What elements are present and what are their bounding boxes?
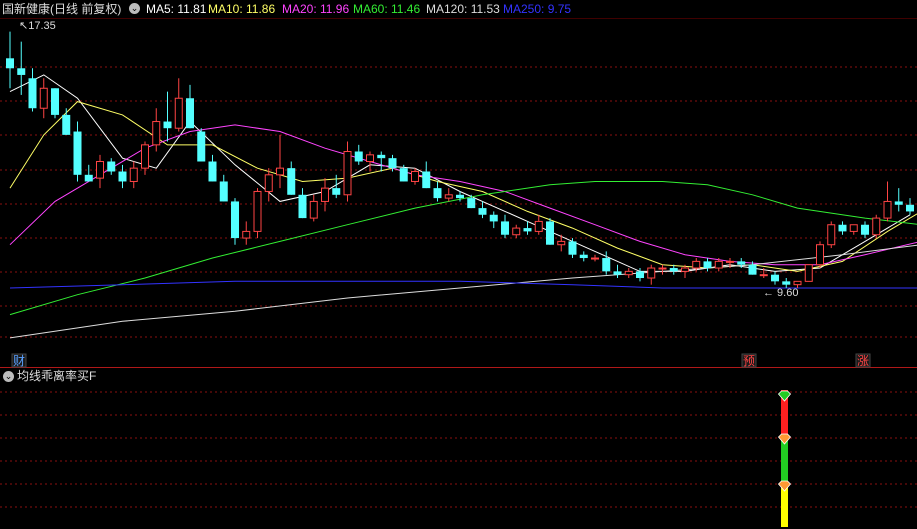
candle-body-up[interactable]	[793, 280, 802, 286]
candle-body-up[interactable]	[129, 167, 138, 182]
candle-body-down[interactable]	[197, 131, 206, 162]
candle-body-up[interactable]	[174, 97, 183, 129]
candle-body-down[interactable]	[62, 114, 71, 135]
candle-body-up[interactable]	[534, 220, 543, 232]
candle-body-down[interactable]	[501, 221, 509, 235]
candle-body-up[interactable]	[849, 224, 858, 232]
candle-body-down[interactable]	[478, 208, 487, 215]
collapse-chevron-icon[interactable]: ⌄	[3, 371, 14, 382]
signal-diamond-icon	[777, 390, 792, 402]
candle-body-down[interactable]	[579, 254, 588, 259]
candle-body-up[interactable]	[804, 264, 813, 282]
event-marker-label: 预	[743, 354, 755, 368]
candle-body-down[interactable]	[399, 168, 408, 182]
signal-bar-yellow	[781, 486, 788, 527]
candle-body-down[interactable]	[456, 194, 464, 199]
candle-body-down[interactable]	[231, 201, 239, 239]
candle-body-up[interactable]	[343, 151, 352, 196]
candle-body-down[interactable]	[377, 154, 386, 159]
candle-body-up[interactable]	[39, 87, 48, 109]
candle-body-down[interactable]	[906, 204, 914, 212]
candle-body-up[interactable]	[321, 187, 329, 202]
candle-body-up[interactable]	[444, 194, 453, 199]
candle-body-up[interactable]	[96, 160, 104, 179]
candle-body-up[interactable]	[264, 174, 273, 192]
candle-body-down[interactable]	[838, 224, 847, 232]
ma-line-ma10	[9, 101, 917, 272]
candle-body-down[interactable]	[51, 88, 59, 115]
candle-body-up[interactable]	[276, 167, 284, 176]
signal-diamond-icon	[777, 480, 792, 492]
sub-panel-header: ⌄ 均线乖离率买F	[0, 368, 917, 384]
signal-bar-green	[781, 439, 788, 486]
candle-body-down[interactable]	[636, 271, 644, 279]
candle-body-up[interactable]	[141, 144, 149, 169]
candle-body-down[interactable]	[298, 194, 307, 219]
candle-body-down[interactable]	[748, 264, 757, 275]
candle-body-down[interactable]	[354, 151, 363, 162]
candle-body-down[interactable]	[28, 78, 37, 109]
candle-body-down[interactable]	[433, 188, 442, 199]
candle-body-down[interactable]	[208, 161, 217, 182]
candle-body-up[interactable]	[309, 200, 318, 219]
candle-body-down[interactable]	[6, 58, 14, 69]
low-price-label: ← 9.60	[763, 287, 798, 299]
candle-body-down[interactable]	[861, 224, 869, 235]
candle-body-up[interactable]	[827, 224, 836, 246]
candle-body-up[interactable]	[152, 121, 161, 146]
candle-body-down[interactable]	[118, 171, 127, 182]
candle-body-up[interactable]	[714, 260, 723, 269]
candle-body-up[interactable]	[647, 267, 656, 279]
candle-body-down[interactable]	[737, 261, 746, 265]
candle-body-up[interactable]	[658, 267, 667, 270]
candle-body-up[interactable]	[872, 217, 881, 236]
candle-body-down[interactable]	[73, 131, 82, 175]
event-marker-label: 涨	[857, 353, 869, 368]
candle-body-up[interactable]	[411, 170, 419, 182]
candle-body-down[interactable]	[107, 161, 116, 172]
candle-body-down[interactable]	[613, 271, 622, 275]
candle-body-down[interactable]	[703, 261, 712, 269]
candle-body-up[interactable]	[816, 244, 824, 266]
candle-body-down[interactable]	[17, 68, 26, 75]
candle-body-down[interactable]	[422, 171, 431, 189]
candle-body-up[interactable]	[591, 257, 599, 260]
candle-body-down[interactable]	[771, 274, 779, 282]
candle-body-down[interactable]	[523, 228, 532, 232]
sub-panel-title[interactable]: 均线乖离率买F	[17, 368, 96, 384]
candle-body-down[interactable]	[287, 168, 296, 195]
candle-body-up[interactable]	[512, 227, 521, 236]
high-price-label: ↖17.35	[19, 20, 56, 32]
candle-body-down[interactable]	[84, 174, 93, 182]
candle-body-down[interactable]	[332, 188, 341, 195]
candle-body-up[interactable]	[366, 154, 374, 162]
candle-body-up[interactable]	[692, 260, 701, 269]
candle-body-up[interactable]	[759, 274, 768, 277]
candle-body-up[interactable]	[557, 240, 566, 246]
candle-body-down[interactable]	[467, 198, 476, 209]
candle-body-down[interactable]	[568, 241, 577, 255]
candle-body-down[interactable]	[782, 281, 791, 285]
candle-body-up[interactable]	[681, 267, 689, 272]
candle-body-down[interactable]	[546, 221, 554, 245]
candle-body-down[interactable]	[388, 158, 397, 169]
candle-body-down[interactable]	[219, 181, 228, 202]
candle-body-up[interactable]	[242, 230, 251, 239]
candle-body-down[interactable]	[602, 258, 611, 272]
candle-body-down[interactable]	[669, 268, 678, 272]
candle-body-up[interactable]	[253, 190, 262, 232]
candle-body-up[interactable]	[883, 200, 892, 219]
event-marker-label: 财	[13, 354, 25, 368]
candle-body-down[interactable]	[489, 214, 498, 222]
candle-body-down[interactable]	[186, 98, 194, 129]
candle-body-down[interactable]	[894, 201, 903, 205]
candle-body-up[interactable]	[624, 270, 633, 276]
candle-body-up[interactable]	[726, 260, 734, 263]
candle-body-down[interactable]	[163, 121, 172, 129]
price-chart[interactable]: ↖17.35 ← 9.60 财 预 涨	[0, 0, 917, 529]
signal-diamond-icon	[777, 433, 792, 445]
